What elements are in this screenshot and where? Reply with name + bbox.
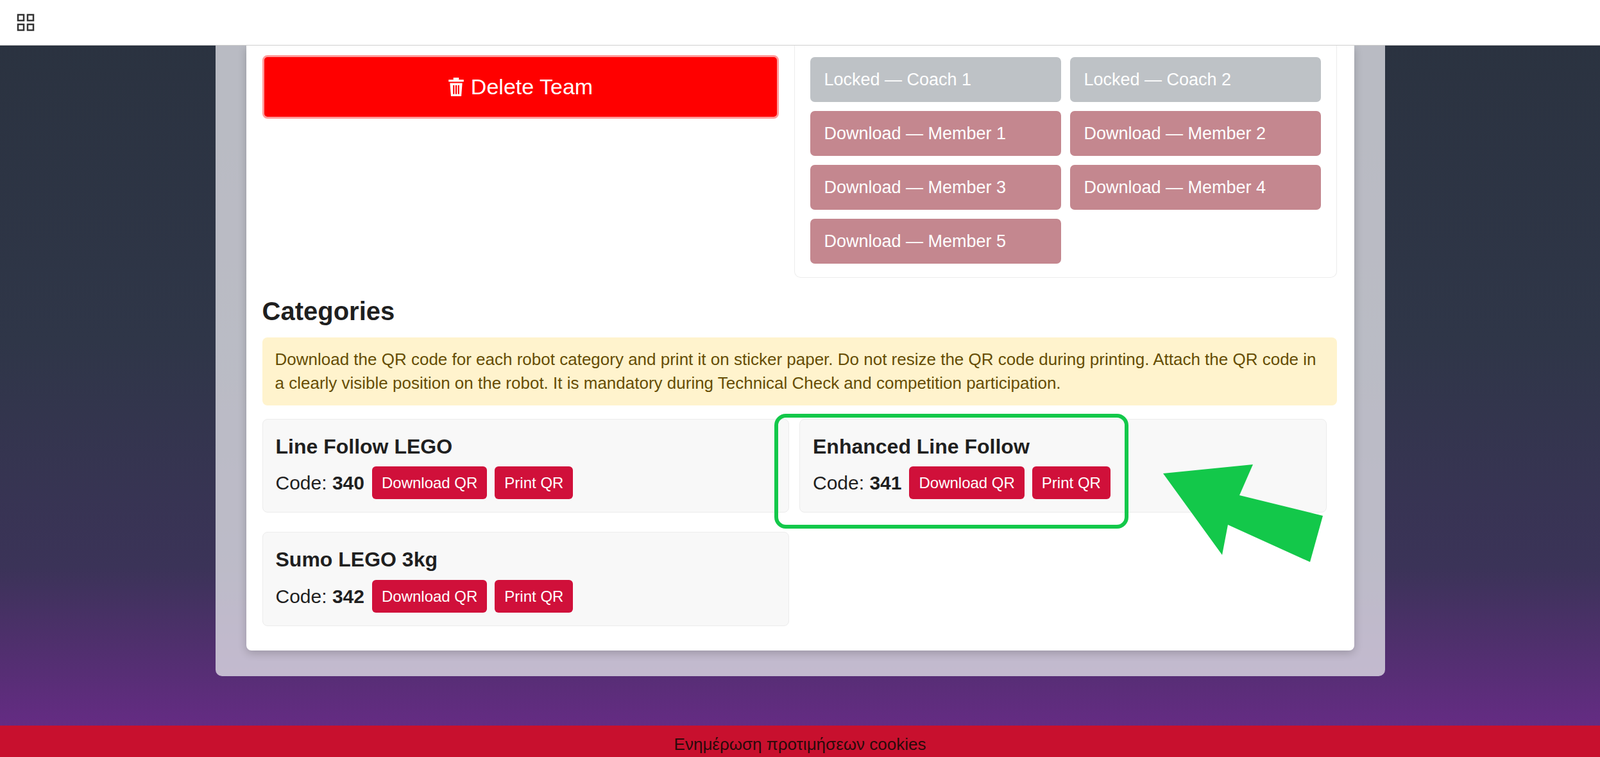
download-qr-button[interactable]: Download QR bbox=[909, 466, 1024, 500]
download-button[interactable]: Download — Member 3 bbox=[810, 164, 1062, 210]
category-row: Code: 340 Download QR Print QR bbox=[275, 466, 777, 500]
team-card: Delete Team Locked — Coach 1Locked — Coa… bbox=[246, 45, 1355, 651]
page: Delete Team Locked — Coach 1Locked — Coa… bbox=[0, 0, 1600, 757]
category-item: Sumo LEGO 3kg Code: 342 Download QR Prin… bbox=[262, 531, 790, 627]
download-button[interactable]: Download — Member 2 bbox=[1070, 110, 1321, 156]
download-button[interactable]: Download — Member 5 bbox=[810, 218, 1062, 264]
download-button[interactable]: Download — Member 1 bbox=[810, 110, 1062, 156]
arrow-icon bbox=[1161, 463, 1325, 562]
print-qr-button[interactable]: Print QR bbox=[494, 579, 573, 613]
category-row: Code: 342 Download QR Print QR bbox=[275, 579, 777, 613]
category-item: Enhanced Line Follow Code: 341 Download … bbox=[799, 418, 1327, 514]
categories-heading: Categories bbox=[262, 295, 1337, 327]
category-item: Line Follow LEGO Code: 340 Download QR P… bbox=[262, 418, 790, 514]
print-qr-button[interactable]: Print QR bbox=[1032, 466, 1111, 500]
category-name: Enhanced Line Follow bbox=[812, 433, 1314, 461]
notice-alert: Download the QR code for each robot cate… bbox=[262, 337, 1337, 406]
team-actions: Delete Team Locked — Coach 1Locked — Coa… bbox=[262, 45, 1337, 278]
category-code: Code: 340 bbox=[275, 472, 365, 494]
category-list: Line Follow LEGO Code: 340 Download QR P… bbox=[262, 418, 1337, 627]
cookie-bar[interactable]: Ενημέρωση προτιμήσεων cookies bbox=[0, 725, 1600, 757]
download-button: Locked — Coach 1 bbox=[810, 57, 1062, 103]
trash-icon bbox=[447, 77, 465, 97]
category-card: Line Follow LEGO Code: 340 Download QR P… bbox=[262, 418, 790, 514]
apps-grid-icon[interactable] bbox=[16, 13, 35, 32]
category-code: Code: 341 bbox=[812, 472, 902, 494]
highlight-box bbox=[774, 413, 1129, 529]
category-code: Code: 342 bbox=[275, 585, 365, 608]
print-qr-button[interactable]: Print QR bbox=[494, 466, 573, 500]
category-name: Sumo LEGO 3kg bbox=[275, 546, 777, 574]
top-bar bbox=[0, 0, 1600, 46]
background: Delete Team Locked — Coach 1Locked — Coa… bbox=[0, 45, 1600, 677]
category-name: Line Follow LEGO bbox=[275, 433, 777, 461]
download-button[interactable]: Download — Member 4 bbox=[1070, 164, 1321, 210]
category-card: Sumo LEGO 3kg Code: 342 Download QR Prin… bbox=[262, 531, 790, 627]
downloads-panel: Locked — Coach 1Locked — Coach 2Download… bbox=[794, 45, 1337, 278]
download-qr-button[interactable]: Download QR bbox=[372, 579, 487, 613]
download-button: Locked — Coach 2 bbox=[1070, 57, 1321, 103]
download-qr-button[interactable]: Download QR bbox=[372, 466, 487, 500]
delete-team-button[interactable]: Delete Team bbox=[262, 55, 779, 119]
outer-panel: Delete Team Locked — Coach 1Locked — Coa… bbox=[215, 45, 1386, 677]
